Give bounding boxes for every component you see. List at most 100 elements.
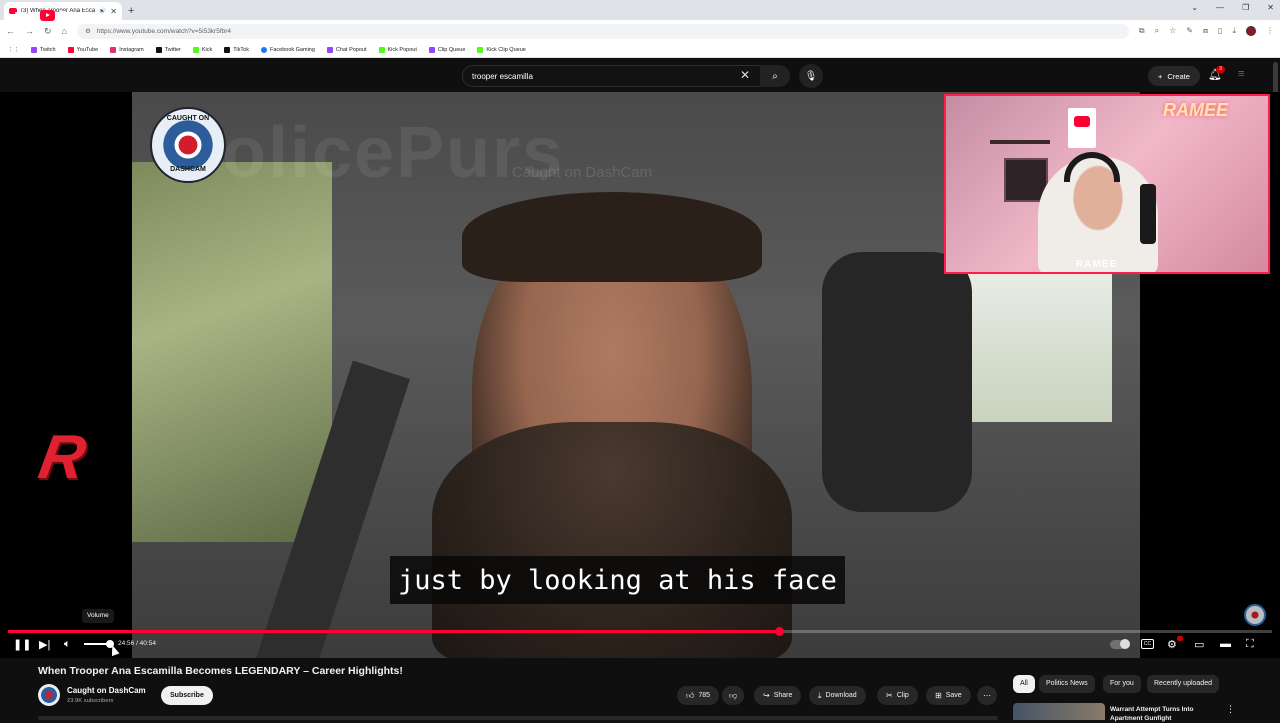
- hd-badge: [1177, 636, 1183, 641]
- settings-gear-icon[interactable]: ⚙: [1167, 638, 1177, 651]
- browser-tab-bar: (3) When Trooper Ana Esca 🔊 ✕ + ⌄ — ❐ ✕: [0, 0, 1280, 20]
- bookmark-facebook-gaming[interactable]: Facebook Gaming: [260, 46, 315, 53]
- chip-politics-news[interactable]: Politics News: [1039, 675, 1095, 693]
- site-info-icon[interactable]: ⚙: [85, 27, 91, 35]
- twitch-icon: [428, 46, 435, 53]
- back-icon[interactable]: ←: [6, 26, 15, 36]
- bookmark-tiktok[interactable]: TikTok: [224, 46, 249, 53]
- clip-button[interactable]: ✂ Clip: [877, 686, 918, 705]
- bookmark-star-icon[interactable]: ☆: [1169, 26, 1176, 36]
- menu-dots-icon[interactable]: ⋮: [1266, 26, 1274, 36]
- more-dots-icon: ⋯: [983, 691, 991, 700]
- apps-grid-icon[interactable]: ⋮⋮: [8, 47, 19, 53]
- search-button[interactable]: ⌕: [760, 65, 790, 87]
- scissors-icon: ✂: [886, 691, 893, 700]
- create-button[interactable]: + Create: [1148, 66, 1200, 86]
- chip-all[interactable]: All: [1013, 675, 1035, 693]
- streamer-webcam-overlay: RAMEE RAMEE: [944, 94, 1270, 274]
- window-controls: ⌄ — ❐ ✕: [1191, 3, 1274, 12]
- wall-shelf: [990, 140, 1050, 144]
- recommended-title[interactable]: Warrant Attempt Turns Into Apartment Gun…: [1110, 705, 1220, 723]
- bookmark-chat-popout[interactable]: Chat Popout: [326, 46, 367, 53]
- instagram-icon: [110, 46, 117, 53]
- progress-played: [8, 630, 779, 633]
- twitter-icon: [155, 46, 162, 53]
- pause-icon[interactable]: ❚❚: [13, 638, 31, 651]
- subtitles-button[interactable]: CC: [1141, 639, 1154, 649]
- tab-search-icon[interactable]: ⌄: [1191, 3, 1198, 12]
- subscribe-button[interactable]: Subscribe: [161, 686, 213, 705]
- profile-avatar[interactable]: [1246, 26, 1256, 36]
- share-button[interactable]: ↪ Share: [754, 686, 802, 705]
- address-bar[interactable]: ⚙ https://www.youtube.com/watch?v=5i53kr…: [76, 23, 1129, 39]
- account-avatar[interactable]: ≡: [1238, 68, 1254, 82]
- forward-icon[interactable]: →: [25, 26, 34, 36]
- dislike-button[interactable]: 👎︎: [722, 686, 745, 705]
- save-button[interactable]: ⊞ Save: [926, 686, 971, 705]
- download-icon[interactable]: ⤓: [1232, 26, 1236, 36]
- address-row: ← → ↻ ⌂ ⚙ https://www.youtube.com/watch?…: [0, 20, 1280, 42]
- install-app-icon[interactable]: ⧉: [1139, 26, 1145, 36]
- download-button[interactable]: ⤓ Download: [809, 686, 866, 705]
- channel-avatar[interactable]: [38, 684, 60, 706]
- bookmark-clip-queue[interactable]: Clip Queue: [428, 46, 465, 53]
- url-text: https://www.youtube.com/watch?v=5i53kr5f…: [96, 27, 232, 35]
- recommended-thumbnail[interactable]: [1013, 703, 1105, 720]
- volume-icon[interactable]: 🔈︎: [64, 638, 71, 651]
- extension-icon[interactable]: ✎: [1186, 26, 1193, 36]
- watermark-subtext: Caught on DashCam: [512, 164, 653, 181]
- like-button[interactable]: 👍︎ 785: [677, 686, 720, 705]
- miniplayer-icon[interactable]: ▭: [1194, 638, 1204, 651]
- chip-for-you[interactable]: For you: [1103, 675, 1141, 693]
- zoom-icon[interactable]: ⌕: [1155, 26, 1159, 36]
- download-arrow-icon: ⤓: [818, 690, 822, 700]
- channel-watermark-icon[interactable]: [1244, 604, 1266, 626]
- bookmark-youtube[interactable]: YouTube: [67, 46, 98, 53]
- reload-icon[interactable]: ↻: [44, 26, 52, 37]
- bookmark-kick-popout[interactable]: Kick Popout: [378, 46, 417, 53]
- autoplay-toggle[interactable]: [1110, 639, 1130, 649]
- clear-search-icon[interactable]: ✕: [740, 68, 750, 82]
- voice-search-button[interactable]: 🎙: [799, 64, 823, 88]
- hamburger-menu-icon[interactable]: ☰: [14, 10, 25, 24]
- recommended-more-icon[interactable]: ⋮: [1226, 704, 1235, 715]
- streamer-brand-logo: RAMEE: [1162, 100, 1228, 120]
- minimize-icon[interactable]: —: [1216, 3, 1224, 12]
- bookmark-kick[interactable]: Kick: [192, 46, 212, 53]
- time-display: 24:56 / 40:54: [118, 640, 156, 647]
- search-input[interactable]: trooper escamilla: [462, 65, 762, 87]
- theater-mode-icon[interactable]: ▬: [1220, 638, 1231, 650]
- puzzle-icon[interactable]: ⧈: [1203, 26, 1208, 36]
- scrubber-handle[interactable]: [774, 627, 784, 636]
- like-count: 785: [698, 692, 711, 699]
- streamer-brand-small: RAMEE: [1076, 259, 1118, 270]
- channel-name[interactable]: Caught on DashCam: [67, 686, 146, 695]
- home-icon[interactable]: ⌂: [62, 26, 67, 36]
- maximize-icon[interactable]: ❐: [1242, 3, 1249, 12]
- bookmark-instagram[interactable]: Instagram: [110, 46, 144, 53]
- fullscreen-icon[interactable]: ⛶: [1246, 638, 1254, 651]
- kick-icon: [477, 46, 484, 53]
- youtube-play-icon: [40, 9, 55, 21]
- kick-icon: [378, 46, 385, 53]
- search-query: trooper escamilla: [472, 71, 533, 81]
- new-tab-button[interactable]: +: [128, 2, 134, 20]
- bookmarks-bar: ⋮⋮ Twitch YouTube Instagram Twitter Kick…: [0, 42, 1280, 58]
- kick-icon: [192, 46, 199, 53]
- search-icon: ⌕: [772, 70, 778, 82]
- chip-recently-uploaded[interactable]: Recently uploaded: [1147, 675, 1219, 693]
- youtube-logo[interactable]: Premium: [40, 9, 105, 21]
- twitch-icon: [326, 46, 333, 53]
- more-actions-button[interactable]: ⋯: [977, 686, 997, 705]
- close-window-icon[interactable]: ✕: [1267, 3, 1274, 12]
- share-icon: ↪: [763, 691, 770, 700]
- next-icon[interactable]: ▶|: [39, 638, 50, 651]
- sidepanel-icon[interactable]: ▯: [1218, 26, 1222, 36]
- bookmark-twitter[interactable]: Twitter: [155, 46, 181, 53]
- toolbar-actions: ⧉ ⌕ ☆ ✎ ⧈ ▯ ⤓ ⋮: [1139, 26, 1274, 36]
- notification-badge: 3: [1216, 66, 1225, 73]
- close-tab-icon[interactable]: ✕: [110, 7, 117, 16]
- bookmark-kick-clip-queue[interactable]: Kick Clip Queue: [477, 46, 526, 53]
- bookmark-twitch[interactable]: Twitch: [31, 46, 56, 53]
- progress-bar[interactable]: [8, 627, 1272, 636]
